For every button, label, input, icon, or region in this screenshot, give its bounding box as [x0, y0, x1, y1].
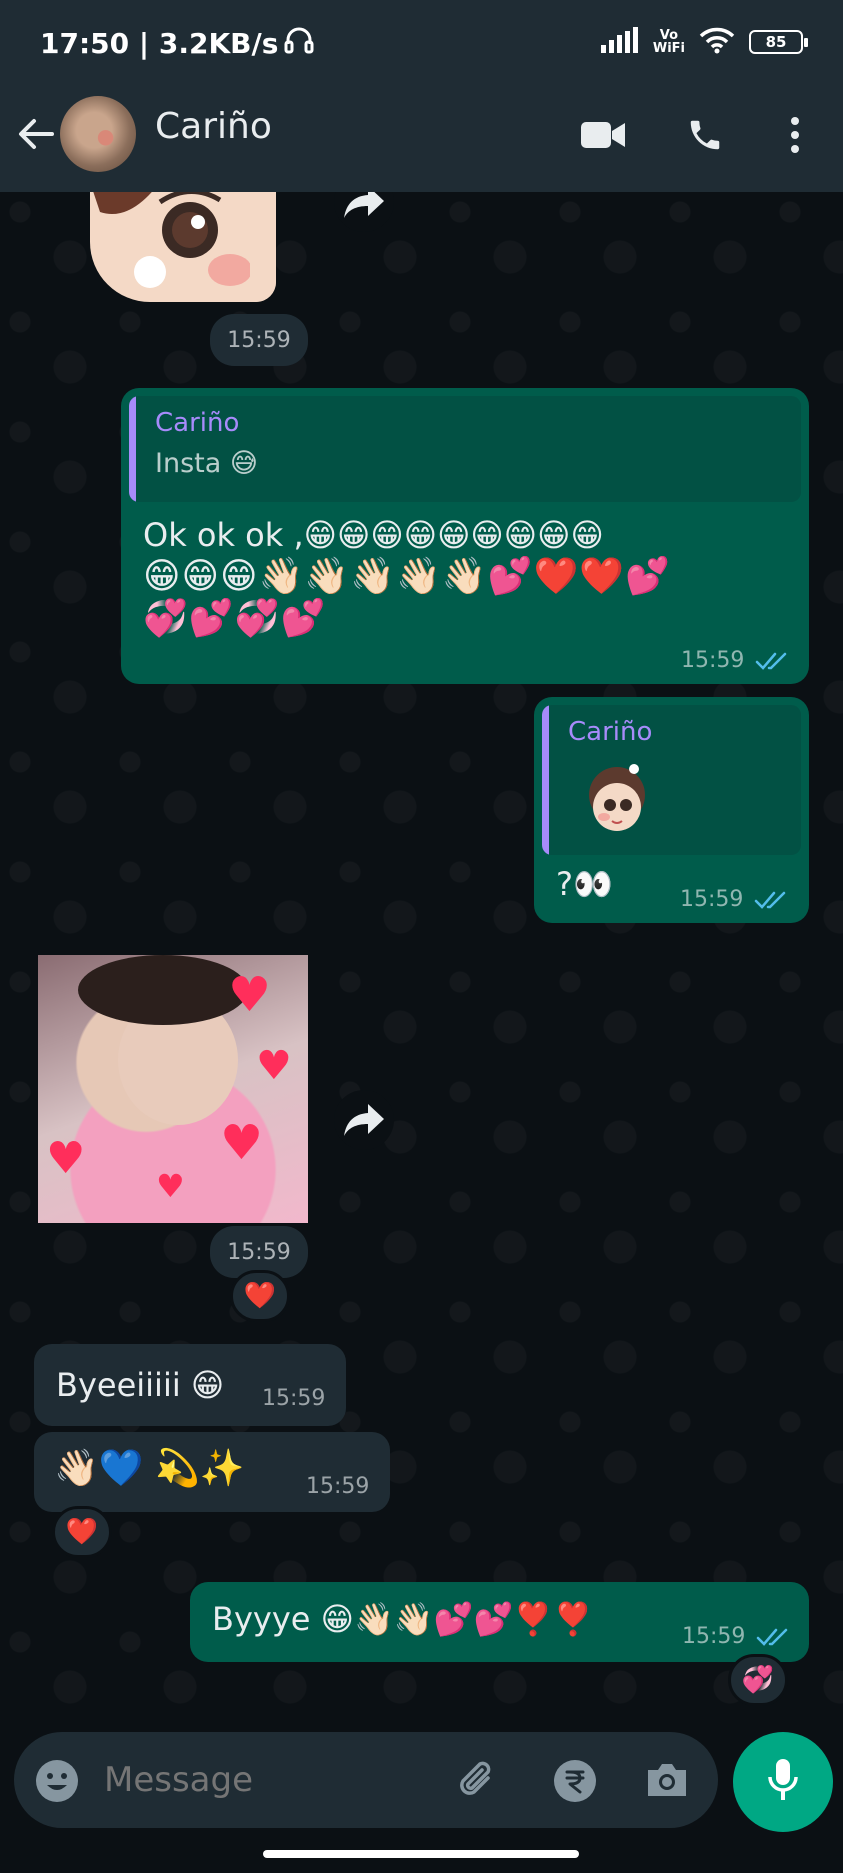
emoji-icon[interactable] [34, 1758, 80, 1808]
quoted-reply[interactable]: Cariño Insta 😅 [129, 396, 801, 502]
phone-icon[interactable] [680, 110, 730, 160]
message-timestamp: 15:59 [306, 1474, 370, 1499]
vowifi-bottom: WiFi [652, 41, 685, 56]
outgoing-message-3[interactable]: Byyye 😁👋🏻👋🏻💕💕❣️❣️ 15:59 [190, 1582, 809, 1662]
signal-icon [600, 27, 639, 57]
message-timestamp: 15:59 [262, 1386, 326, 1411]
mic-button[interactable] [733, 1732, 833, 1832]
message-line-2: 😁😁😁👋🏻👋🏻👋🏻👋🏻👋🏻💕❤️❤️💕 [143, 556, 672, 597]
chat-header: Cariño [0, 88, 843, 192]
heart-decoration: ♥ [156, 1167, 185, 1205]
outgoing-message-2[interactable]: Cariño ?👀 15:59 [534, 697, 809, 923]
top-bar: 17:50 | 3.2KB/s Vo WiFi 85 Cariño [0, 0, 843, 192]
photo-hair [78, 955, 248, 1025]
wifi-icon [699, 26, 735, 58]
message-line-3: 💞💕💞💕 [143, 598, 327, 639]
double-tick-icon [755, 650, 791, 676]
message-reaction[interactable]: ❤️ [52, 1506, 112, 1558]
sticker-message[interactable] [90, 192, 276, 302]
incoming-photo[interactable]: ♥ ♥ ♥ ♥ ♥ [38, 955, 308, 1223]
heart-decoration: ♥ [46, 1133, 86, 1184]
battery-level: 85 [765, 33, 787, 51]
double-tick-icon [756, 1626, 792, 1652]
avatar[interactable] [60, 96, 136, 172]
heart-decoration: ♥ [220, 1115, 264, 1171]
status-time-speed: 17:50 | 3.2KB/s [40, 27, 279, 60]
contact-name[interactable]: Cariño [155, 106, 272, 147]
forward-icon[interactable] [334, 192, 394, 232]
mic-icon [766, 1757, 800, 1807]
message-text: Byyye 😁👋🏻👋🏻💕💕❣️❣️ [212, 1600, 594, 1638]
heart-decoration: ♥ [256, 1043, 292, 1089]
quoted-text: Insta 😅 [155, 448, 259, 479]
quoted-sticker-reply[interactable]: Cariño [542, 705, 801, 855]
video-call-icon[interactable] [578, 110, 628, 160]
forward-icon[interactable] [334, 1090, 394, 1150]
vowifi-indicator: Vo WiFi [653, 29, 685, 55]
message-line-1: Ok ok ok ,😁😁😁😁😁😁😁😁😁 [143, 516, 604, 554]
message-timestamp: 15:59 [681, 648, 745, 673]
quoted-sticker-thumbnail [589, 764, 645, 831]
message-text: 👋🏻💙 💫✨ [54, 1448, 245, 1489]
incoming-message-2[interactable]: 👋🏻💙 💫✨ 15:59 [34, 1432, 390, 1512]
sticker-timestamp: 15:59 [210, 314, 308, 366]
photo-reaction[interactable]: ❤️ [230, 1270, 290, 1322]
message-reaction[interactable]: 💞 [728, 1654, 788, 1706]
message-timestamp: 15:59 [680, 887, 744, 912]
heart-decoration: ♥ [228, 967, 272, 1023]
message-composer [14, 1732, 718, 1828]
rupee-payment-icon[interactable] [552, 1758, 598, 1808]
quoted-sender: Cariño [568, 717, 653, 747]
camera-icon[interactable] [644, 1760, 690, 1804]
status-bar: 17:50 | 3.2KB/s Vo WiFi 85 [0, 0, 843, 88]
back-arrow-icon[interactable] [14, 112, 58, 156]
message-timestamp: 15:59 [682, 1624, 746, 1649]
quoted-sender: Cariño [155, 408, 240, 438]
chat-area[interactable]: 15:59 Cariño Insta 😅 Ok ok ok ,😁😁😁😁😁😁😁😁😁… [0, 192, 843, 1732]
message-text: ?👀 [556, 865, 613, 903]
message-text: Byeeiiiii 😁 [56, 1366, 225, 1404]
attach-icon[interactable] [454, 1756, 502, 1808]
headphones-icon [284, 26, 314, 61]
incoming-message-1[interactable]: Byeeiiiii 😁 15:59 [34, 1344, 346, 1426]
message-input[interactable] [104, 1754, 434, 1806]
battery-icon: 85 [749, 30, 808, 54]
double-tick-icon [754, 889, 790, 915]
more-options-icon[interactable] [770, 110, 820, 160]
message-text: Ok ok ok ,😁😁😁😁😁😁😁😁😁 😁😁😁👋🏻👋🏻👋🏻👋🏻👋🏻💕❤️❤️💕 … [143, 514, 793, 640]
outgoing-message-1[interactable]: Cariño Insta 😅 Ok ok ok ,😁😁😁😁😁😁😁😁😁 😁😁😁👋🏻… [121, 388, 809, 684]
home-indicator[interactable] [263, 1850, 579, 1858]
status-right: Vo WiFi 85 [600, 26, 808, 58]
status-left: 17:50 | 3.2KB/s [40, 26, 314, 61]
